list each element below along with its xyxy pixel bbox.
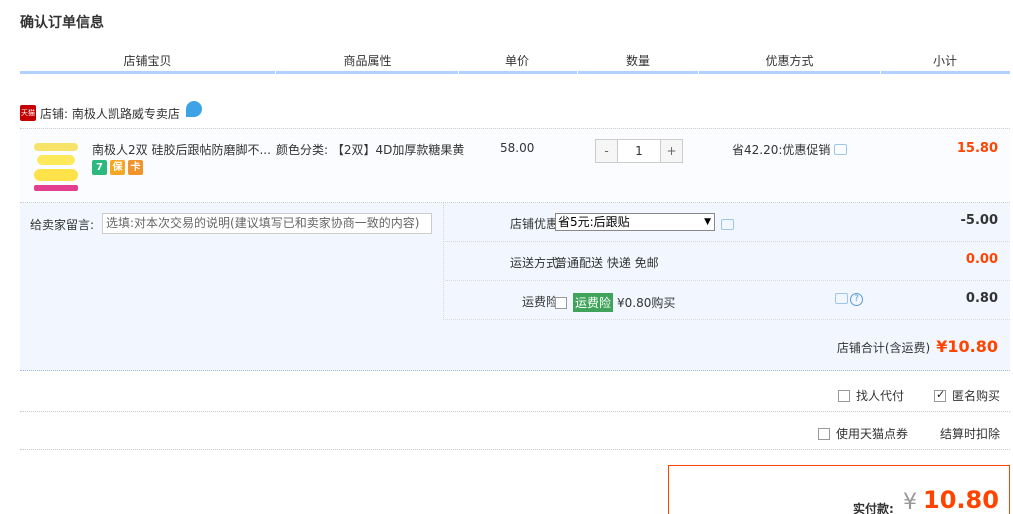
seller-message-input[interactable]: 选填:对本次交易的说明(建议填写已和卖家协商一致的内容) bbox=[102, 213, 432, 234]
qty-increase-button[interactable]: + bbox=[661, 140, 682, 162]
actual-payment-label: 实付款: bbox=[853, 502, 894, 514]
tmall-points-row: 使用天猫点券 结算时扣除 bbox=[20, 412, 1010, 450]
shop-total-amount: ¥10.80 bbox=[936, 337, 998, 356]
proxy-pay-option[interactable]: 找人代付 bbox=[838, 387, 904, 404]
insurance-checkbox[interactable] bbox=[555, 296, 567, 309]
unit-price: 58.00 bbox=[500, 141, 535, 155]
col-divider bbox=[698, 70, 699, 74]
insurance-comment-icon[interactable] bbox=[835, 293, 848, 304]
item-subtotal: 15.80 bbox=[956, 141, 998, 156]
points-note: 结算时扣除 bbox=[940, 427, 1001, 441]
dropdown-arrow-icon: ▼ bbox=[704, 217, 711, 227]
discount-comment-icon[interactable] bbox=[721, 218, 734, 230]
product-attributes: 颜色分类: 【2双】4D加厚款糖果黄 bbox=[276, 143, 465, 157]
currency-symbol: ¥ bbox=[903, 490, 917, 514]
insurance-desc: ¥0.80购买 bbox=[617, 296, 676, 310]
col-divider bbox=[577, 70, 578, 74]
actual-payment-box: 实付款: ¥ 10.80 bbox=[668, 465, 1010, 514]
wangwang-chat-icon[interactable] bbox=[185, 101, 202, 117]
shop-discount-select[interactable]: 省5元:后跟贴 ▼ bbox=[555, 213, 715, 231]
shop-total: 店铺合计(含运费) ¥10.80 bbox=[837, 337, 998, 356]
col-header-attr: 商品属性 bbox=[343, 54, 392, 68]
shop-discount-selected: 省5元:后跟贴 bbox=[558, 215, 630, 229]
tmall-points-option[interactable]: 使用天猫点券 bbox=[818, 425, 908, 442]
col-header-subtotal: 小计 bbox=[932, 54, 957, 68]
proxy-pay-label: 找人代付 bbox=[856, 389, 905, 403]
quantity-stepper: - 1 + bbox=[595, 139, 683, 163]
guarantee-icon[interactable]: 保 bbox=[110, 160, 125, 175]
col-divider bbox=[275, 70, 276, 74]
message-section: 给卖家留言: 选填:对本次交易的说明(建议填写已和卖家协商一致的内容) bbox=[20, 203, 444, 320]
col-divider bbox=[880, 70, 881, 74]
order-extras-panel: 给卖家留言: 选填:对本次交易的说明(建议填写已和卖家协商一致的内容) 店铺优惠… bbox=[20, 203, 1010, 371]
shipping-method: 普通配送 快递 免邮 bbox=[555, 256, 659, 270]
product-thumbnail[interactable] bbox=[32, 141, 82, 196]
insurance-row: 运费险: 运费险 ¥0.80购买 ? 0.80 bbox=[445, 281, 1010, 320]
proxy-pay-checkbox[interactable] bbox=[838, 389, 850, 402]
col-header-qty: 数量 bbox=[625, 54, 650, 68]
insurance-tag: 运费险 bbox=[573, 293, 614, 312]
col-header-price: 单价 bbox=[504, 54, 529, 68]
tmall-points-checkbox[interactable] bbox=[818, 427, 830, 440]
shop-name-link[interactable]: 店铺: 南极人凯路威专卖店 bbox=[40, 105, 180, 122]
seven-day-return-icon[interactable]: 7 bbox=[92, 160, 107, 175]
insurance-amount: 0.80 bbox=[965, 291, 998, 306]
product-name-link[interactable]: 南极人2双 硅胶后跟帖防磨脚不... bbox=[92, 141, 272, 158]
shop-discount-amount: -5.00 bbox=[960, 213, 998, 228]
actual-payment-amount: 10.80 bbox=[923, 486, 999, 514]
anonymous-checkbox[interactable] bbox=[934, 388, 946, 402]
shop-total-label: 店铺合计(含运费) bbox=[836, 341, 931, 355]
message-label: 给卖家留言: bbox=[30, 218, 95, 232]
anonymous-label: 匿名购买 bbox=[952, 389, 1001, 403]
shipping-row: 运送方式: 普通配送 快递 免邮 0.00 bbox=[445, 242, 1010, 281]
col-divider bbox=[458, 70, 459, 74]
col-header-item: 店铺宝贝 bbox=[123, 54, 172, 68]
page-title: 确认订单信息 bbox=[20, 15, 104, 31]
service-icons: 7 保 卡 bbox=[92, 160, 143, 175]
tmall-badge-icon: 天猫 bbox=[20, 105, 36, 121]
shop-row: 天猫 店铺: 南极人凯路威专卖店 bbox=[20, 101, 202, 124]
promo-info: 省42.20:优惠促销 bbox=[732, 141, 848, 158]
order-item-row: 南极人2双 硅胶后跟帖防磨脚不... 7 保 卡 颜色分类: 【2双】4D加厚款… bbox=[20, 128, 1010, 203]
qty-input[interactable]: 1 bbox=[617, 140, 661, 162]
order-table-header: 店铺宝贝 商品属性 单价 数量 优惠方式 小计 bbox=[20, 50, 1010, 74]
shop-discount-row: 店铺优惠: 省5元:后跟贴 ▼ -5.00 bbox=[445, 203, 1010, 242]
promo-text: 省42.20:优惠促销 bbox=[732, 143, 831, 157]
credit-card-icon[interactable]: 卡 bbox=[128, 160, 143, 175]
payment-options-row: 找人代付 匿名购买 bbox=[20, 374, 1010, 412]
col-header-promo: 优惠方式 bbox=[765, 54, 814, 68]
qty-decrease-button[interactable]: - bbox=[596, 140, 617, 162]
tmall-points-label: 使用天猫点券 bbox=[836, 427, 909, 441]
promo-comment-icon[interactable] bbox=[834, 144, 848, 155]
anonymous-option[interactable]: 匿名购买 bbox=[934, 387, 1000, 404]
help-icon[interactable]: ? bbox=[850, 293, 863, 306]
shipping-amount: 0.00 bbox=[965, 252, 998, 267]
